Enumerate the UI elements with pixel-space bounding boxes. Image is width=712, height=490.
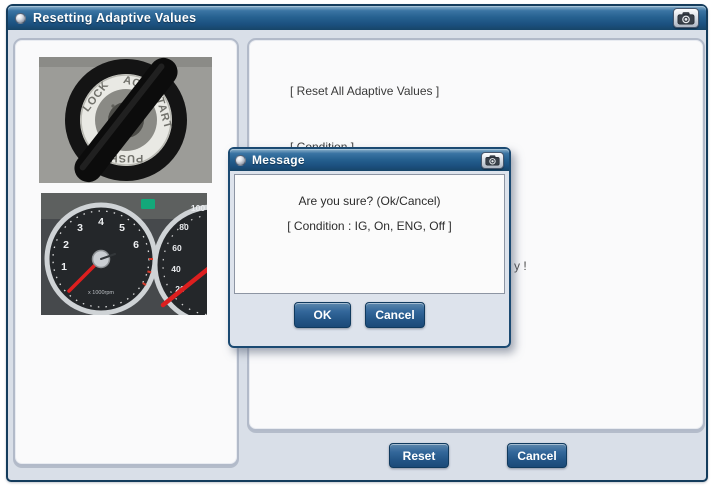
tach-unit-label: x 1000rpm — [88, 290, 114, 296]
reset-button-label: Reset — [402, 448, 436, 463]
camera-icon — [677, 11, 695, 24]
screen: Resetting Adaptive Values LOCK ACC START… — [0, 0, 712, 490]
window-titlebar[interactable]: Resetting Adaptive Values — [8, 6, 706, 30]
speedo-number-80: 80 — [179, 222, 189, 232]
illustration-panel: LOCK ACC START PUSH 100 80 60 40 1 2 3 4… — [13, 38, 239, 466]
speedo-number-40: 40 — [171, 264, 181, 274]
speedo-number-100: 100 — [191, 203, 205, 213]
tach-number-2: 2 — [63, 239, 69, 251]
footer-cancel-button[interactable]: Cancel — [507, 443, 567, 468]
speedo-number-60: 60 — [172, 243, 182, 253]
dialog-camera-button[interactable] — [481, 151, 504, 169]
camera-icon — [485, 154, 500, 165]
instruction-title: [ Reset All Adaptive Values ] — [290, 84, 440, 98]
footer-cancel-button-label: Cancel — [517, 448, 557, 463]
screenshot-camera-button[interactable] — [673, 8, 699, 28]
window-title: Resetting Adaptive Values — [33, 11, 197, 25]
tach-number-4: 4 — [98, 216, 104, 228]
dialog-titlebar[interactable]: Message — [230, 149, 509, 171]
dialog-message-line1: Are you sure? (Ok/Cancel) — [298, 194, 441, 208]
tach-number-5: 5 — [119, 222, 125, 234]
ignition-key-image: LOCK ACC START PUSH — [39, 57, 212, 183]
instruction-occluded-fragment: y ! — [514, 259, 527, 273]
gauge-cluster-image: 100 80 60 40 20 — [41, 193, 207, 315]
tach-number-3: 3 — [77, 222, 83, 234]
reset-button[interactable]: Reset — [389, 443, 449, 468]
dialog-cancel-button-label: Cancel — [375, 308, 415, 322]
tach-number-6: 6 — [133, 239, 139, 251]
message-dialog: Message Are you sure? (Ok/Cancel) [ Cond… — [228, 147, 511, 348]
dialog-ok-button-label: OK — [313, 308, 332, 322]
dialog-message-box: Are you sure? (Ok/Cancel) [ Condition : … — [234, 174, 505, 294]
resetting-adaptive-values-window: Resetting Adaptive Values LOCK ACC START… — [6, 4, 708, 482]
window-client-area: LOCK ACC START PUSH 100 80 60 40 1 2 3 4… — [8, 30, 706, 480]
cluster-indicator-green — [141, 199, 155, 209]
dialog-ok-button[interactable]: OK — [294, 302, 351, 328]
window-sphere-icon — [15, 12, 26, 24]
dialog-cancel-button[interactable]: Cancel — [365, 302, 425, 328]
dialog-title: Message — [252, 153, 305, 167]
dialog-sphere-icon — [235, 154, 246, 166]
dialog-message-line2: [ Condition : IG, On, ENG, Off ] — [287, 219, 452, 233]
tach-number-1: 1 — [61, 261, 67, 273]
